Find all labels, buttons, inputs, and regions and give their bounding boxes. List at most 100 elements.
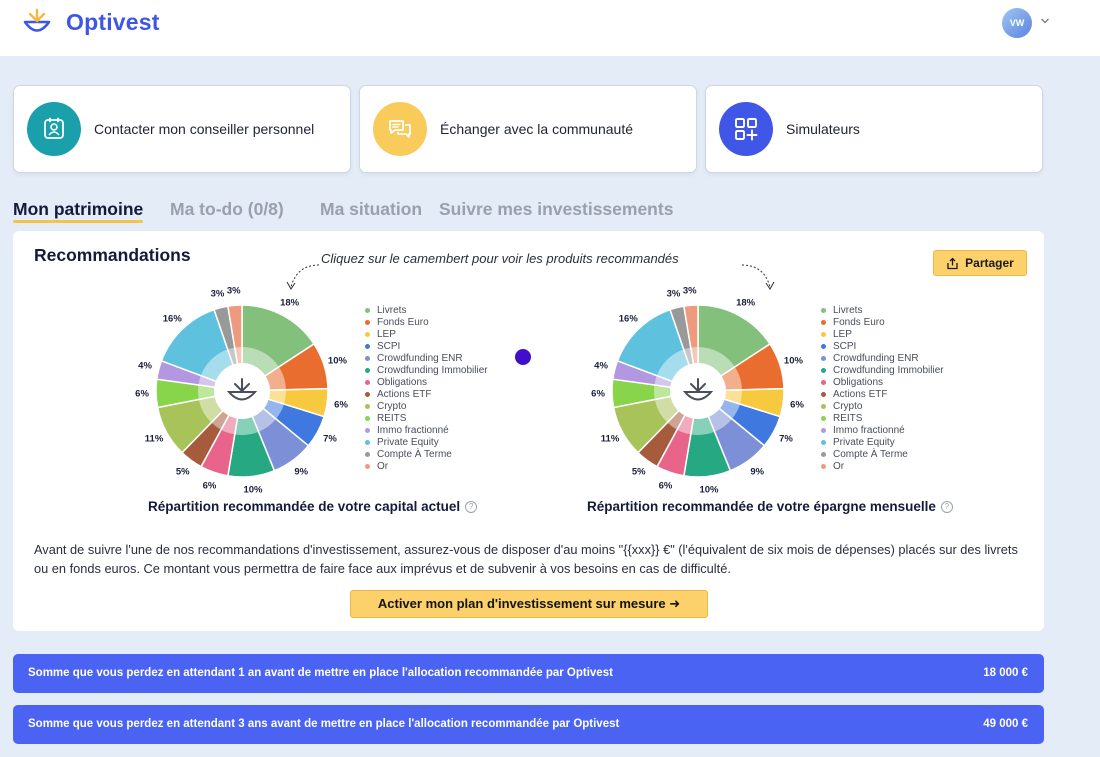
pie-percent-label: 6% bbox=[334, 399, 348, 411]
legend-dot bbox=[365, 307, 370, 313]
legend-dot bbox=[365, 427, 370, 433]
legend-label: Obligations bbox=[833, 376, 884, 388]
share-button[interactable]: Partager bbox=[933, 250, 1027, 276]
community-card[interactable]: Échanger avec la communauté bbox=[359, 85, 697, 173]
legend-item: Compte À Terme bbox=[365, 448, 488, 460]
pie-percent-label: 6% bbox=[135, 388, 149, 400]
carousel-dot[interactable] bbox=[515, 349, 531, 365]
pie-percent-label: 11% bbox=[600, 433, 620, 445]
legend-label: LEP bbox=[377, 328, 396, 340]
legend-dot bbox=[365, 415, 370, 421]
tab-active-underline bbox=[13, 220, 144, 223]
legend-label: Compte À Terme bbox=[377, 448, 452, 460]
contact-advisor-card[interactable]: Contacter mon conseiller personnel bbox=[13, 85, 351, 173]
contact-advisor-label: Contacter mon conseiller personnel bbox=[94, 121, 315, 137]
share-icon bbox=[947, 257, 958, 269]
pie-percent-label: 18% bbox=[736, 297, 756, 309]
simulators-card[interactable]: Simulateurs bbox=[705, 85, 1043, 173]
chart-caption-capital: Répartition recommandée de votre capital… bbox=[148, 499, 478, 514]
legend-item: REITS bbox=[365, 412, 488, 424]
legend-dot bbox=[821, 439, 826, 445]
pie-percent-label: 18% bbox=[280, 297, 300, 309]
legend-item: Compte À Terme bbox=[821, 448, 944, 460]
pie-percent-label: 9% bbox=[294, 466, 309, 478]
legend-dot bbox=[365, 367, 370, 373]
contact-card-icon bbox=[27, 102, 81, 156]
legend-label: Private Equity bbox=[377, 436, 439, 448]
legend-item: Livrets bbox=[365, 304, 488, 316]
pie-percent-label: 5% bbox=[175, 466, 190, 478]
pie-percent-label: 4% bbox=[138, 360, 152, 372]
legend-dot bbox=[821, 391, 826, 397]
legend-dot bbox=[821, 379, 826, 385]
legend-dot bbox=[365, 343, 370, 349]
tab-ma-situation[interactable]: Ma situation bbox=[320, 199, 422, 220]
chart-caption-text: Répartition recommandée de votre épargne… bbox=[587, 499, 936, 514]
legend-dot bbox=[365, 451, 370, 457]
legend-item: Or bbox=[365, 460, 488, 472]
legend-item: Livrets bbox=[821, 304, 944, 316]
pie-hint: Cliquez sur le camembert pour voir les p… bbox=[321, 251, 679, 266]
legend-dot bbox=[365, 331, 370, 337]
legend-label: Crowdfunding Immobilier bbox=[377, 364, 488, 376]
apps-add-icon bbox=[719, 102, 773, 156]
tab-ma-todo[interactable]: Ma to-do (0/8) bbox=[170, 199, 284, 220]
legend-item: Crypto bbox=[365, 400, 488, 412]
legend-dot bbox=[821, 451, 826, 457]
pie-percent-label: 6% bbox=[790, 399, 804, 411]
brand-name[interactable]: Optivest bbox=[66, 9, 160, 36]
legend-item: Obligations bbox=[821, 376, 944, 388]
pie-percent-label: 16% bbox=[162, 313, 182, 325]
chevron-down-icon[interactable] bbox=[1040, 16, 1050, 26]
legend-item: Fonds Euro bbox=[821, 316, 944, 328]
legend-label: Immo fractionné bbox=[377, 424, 449, 436]
legend-item: Crowdfunding Immobilier bbox=[821, 364, 944, 376]
pie-percent-label: 10% bbox=[783, 355, 803, 367]
chart-caption-epargne: Répartition recommandée de votre épargne… bbox=[587, 499, 953, 514]
legend-epargne: Livrets Fonds Euro LEP SCPI Crowdfunding ENR… bbox=[821, 304, 944, 472]
help-icon[interactable]: ? bbox=[940, 500, 953, 513]
tab-label: Mon patrimoine bbox=[13, 199, 144, 219]
pie-percent-label: 6% bbox=[658, 480, 673, 492]
pie-percent-label: 10% bbox=[327, 355, 347, 367]
legend-label: Fonds Euro bbox=[833, 316, 885, 328]
legend-capital: Livrets Fonds Euro LEP SCPI Crowdfunding ENR… bbox=[365, 304, 488, 472]
legend-dot bbox=[821, 343, 826, 349]
pie-percent-label: 7% bbox=[323, 433, 337, 445]
avatar[interactable]: VW bbox=[1002, 8, 1032, 38]
pie-percent-label: 6% bbox=[591, 388, 605, 400]
legend-dot bbox=[821, 319, 826, 325]
tab-mon-patrimoine[interactable]: Mon patrimoine bbox=[13, 199, 144, 223]
community-label: Échanger avec la communauté bbox=[440, 121, 633, 137]
tab-suivre-investissements[interactable]: Suivre mes investissements bbox=[439, 199, 673, 220]
legend-item: LEP bbox=[365, 328, 488, 340]
legend-item: Immo fractionné bbox=[821, 424, 944, 436]
loss-label: Somme que vous perdez en attendant 1 an … bbox=[28, 667, 613, 679]
recommendations-title: Recommandations bbox=[34, 245, 191, 265]
loss-amount: 18 000 € bbox=[983, 667, 1028, 679]
help-icon[interactable]: ? bbox=[465, 500, 478, 513]
recommendations-panel: Recommandations Cliquez sur le camembert… bbox=[13, 231, 1044, 631]
legend-dot bbox=[821, 403, 826, 409]
loss-amount: 49 000 € bbox=[983, 718, 1028, 730]
legend-dot bbox=[821, 331, 826, 337]
legend-label: Crypto bbox=[833, 400, 863, 412]
legend-item: SCPI bbox=[365, 340, 488, 352]
activate-plan-button[interactable]: Activer mon plan d'investissement sur me… bbox=[350, 590, 708, 618]
legend-label: Obligations bbox=[377, 376, 428, 388]
legend-dot bbox=[821, 307, 826, 313]
legend-dot bbox=[365, 391, 370, 397]
legend-label: Livrets bbox=[377, 304, 407, 316]
legend-item: Crypto bbox=[821, 400, 944, 412]
legend-dot bbox=[821, 427, 826, 433]
logo-icon[interactable] bbox=[22, 7, 52, 37]
legend-label: LEP bbox=[833, 328, 852, 340]
legend-item: SCPI bbox=[821, 340, 944, 352]
legend-label: Crowdfunding ENR bbox=[377, 352, 463, 364]
loss-label: Somme que vous perdez en attendant 3 ans… bbox=[28, 718, 620, 730]
legend-item: Crowdfunding ENR bbox=[821, 352, 944, 364]
legend-item: Actions ETF bbox=[821, 388, 944, 400]
legend-label: Crypto bbox=[377, 400, 407, 412]
legend-label: Compte À Terme bbox=[833, 448, 908, 460]
legend-dot bbox=[365, 463, 370, 469]
